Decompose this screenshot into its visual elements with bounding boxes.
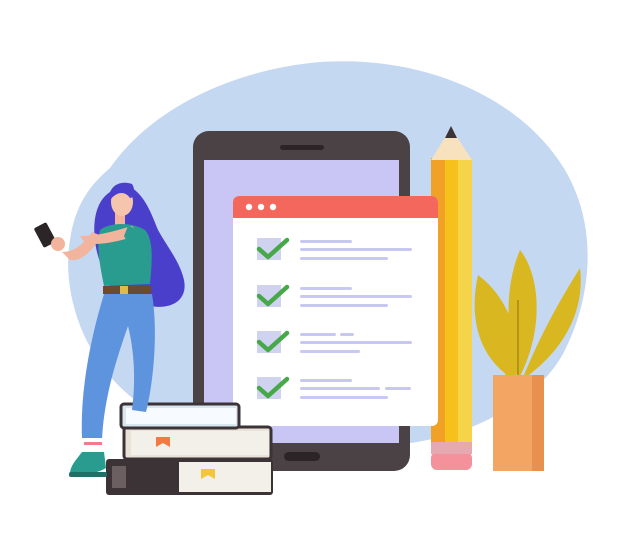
text-line-placeholder bbox=[340, 333, 354, 336]
text-line-placeholder bbox=[300, 341, 412, 344]
checklist-illustration bbox=[34, 61, 588, 495]
pencil-ferrule bbox=[431, 440, 472, 454]
text-line-placeholder bbox=[300, 248, 412, 251]
phone-home-button bbox=[284, 452, 320, 461]
text-line-placeholder bbox=[300, 379, 352, 382]
shoe-sole bbox=[69, 472, 107, 477]
sock-stripe bbox=[84, 442, 102, 445]
pencil-eraser bbox=[431, 452, 472, 470]
text-line-placeholder bbox=[300, 350, 360, 353]
checklist-window bbox=[233, 196, 438, 426]
text-line-placeholder bbox=[300, 257, 388, 260]
phone-speaker bbox=[280, 145, 324, 150]
window-dot bbox=[245, 203, 253, 211]
text-line-placeholder bbox=[385, 387, 411, 390]
text-line-placeholder bbox=[300, 240, 352, 243]
hand bbox=[51, 237, 65, 251]
pencil-body-mid bbox=[445, 158, 458, 442]
text-line-placeholder bbox=[300, 295, 412, 298]
text-line-placeholder bbox=[300, 396, 388, 399]
text-line-placeholder bbox=[300, 287, 352, 290]
text-line-placeholder bbox=[300, 387, 380, 390]
plant-pot-shade bbox=[532, 375, 544, 471]
shoe bbox=[70, 452, 106, 475]
text-line-placeholder bbox=[300, 304, 388, 307]
book-bottom-pages bbox=[179, 462, 271, 492]
book-bottom-spine-label bbox=[112, 466, 126, 488]
belt-buckle bbox=[120, 286, 128, 294]
pencil-body-right bbox=[458, 158, 472, 442]
text-line-placeholder bbox=[300, 333, 336, 336]
book-middle-pages bbox=[131, 431, 269, 455]
window-dot bbox=[257, 203, 265, 211]
window-dot bbox=[269, 203, 277, 211]
